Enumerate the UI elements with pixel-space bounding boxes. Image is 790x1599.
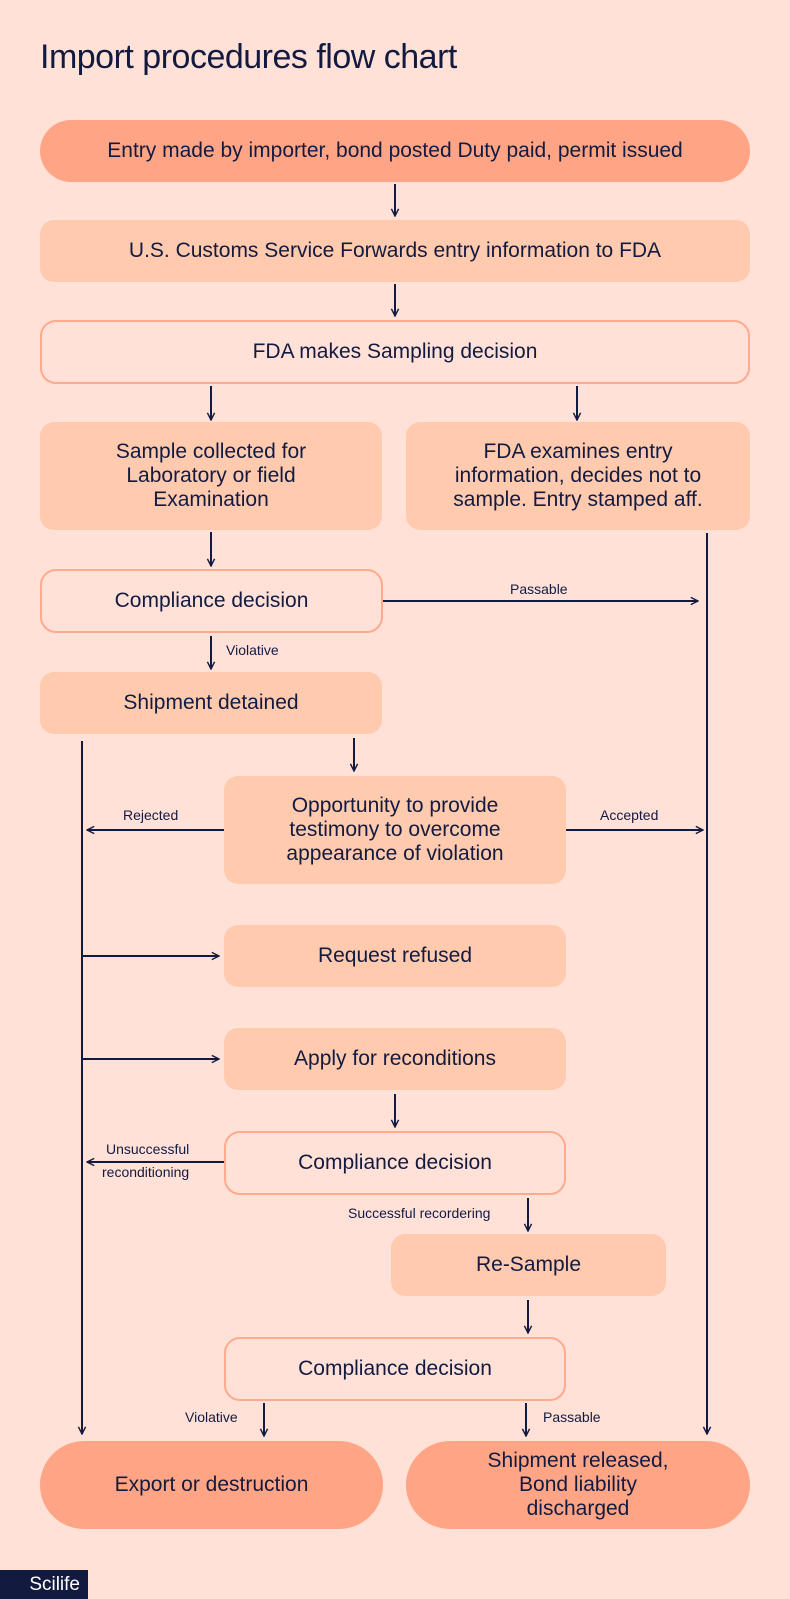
node-no-sample: FDA examines entry information, decides … [406,422,750,530]
node-export: Export or destruction [40,1441,383,1529]
node-resample: Re-Sample [391,1234,666,1296]
label-accepted: Accepted [600,807,659,823]
node-opportunity: Opportunity to provide testimony to over… [224,776,566,884]
label-rejected: Rejected [123,807,179,823]
node-apply-recondition: Apply for reconditions [224,1028,566,1090]
label-passable-2: Passable [543,1409,601,1425]
label-violative-2: Violative [185,1409,238,1425]
node-released: Shipment released, Bond liability discha… [406,1441,750,1529]
node-compliance-1: Compliance decision [40,569,383,633]
label-violative-1: Violative [226,642,279,658]
node-customs: U.S. Customs Service Forwards entry info… [40,220,750,282]
label-passable-1: Passable [510,581,568,597]
brand-logo: Scilife [0,1570,88,1599]
node-entry: Entry made by importer, bond posted Duty… [40,120,750,182]
node-compliance-2: Compliance decision [224,1131,566,1195]
label-successful: Successful recordering [348,1205,491,1221]
node-detained: Shipment detained [40,672,382,734]
node-compliance-3: Compliance decision [224,1337,566,1401]
node-sampling-decision: FDA makes Sampling decision [40,320,750,384]
label-unsuccessful-2: reconditioning [102,1164,190,1180]
node-sample-collected: Sample collected for Laboratory or field… [40,422,382,530]
label-unsuccessful-1: Unsuccessful [106,1141,190,1157]
node-request-refused: Request refused [224,925,566,987]
